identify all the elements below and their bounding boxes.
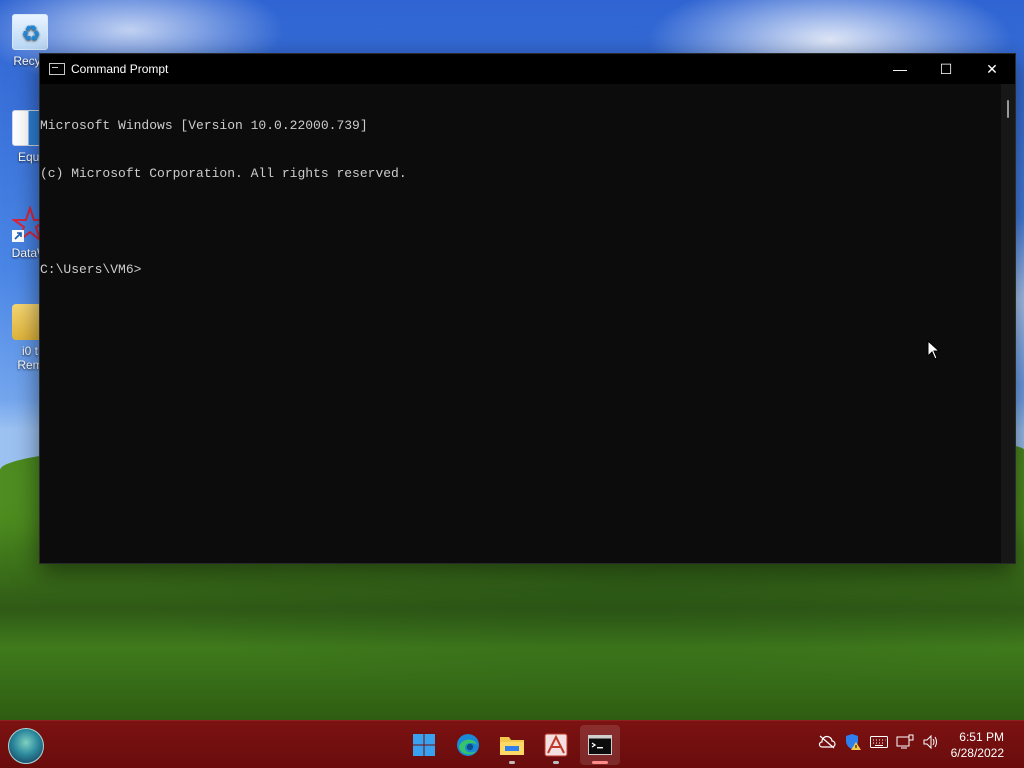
console-line: Microsoft Windows [Version 10.0.22000.73… xyxy=(40,118,368,133)
console-line: (c) Microsoft Corporation. All rights re… xyxy=(40,166,407,181)
maximize-button[interactable]: ☐ xyxy=(923,54,969,84)
taskbar-clock[interactable]: 6:51 PM 6/28/2022 xyxy=(951,729,1004,761)
clock-time: 6:51 PM xyxy=(959,730,1004,744)
network-icon[interactable] xyxy=(896,733,914,751)
active-indicator xyxy=(592,761,608,764)
close-button[interactable]: ✕ xyxy=(969,54,1015,84)
vertical-scrollbar[interactable] xyxy=(1001,84,1015,563)
taskbar-start-button[interactable] xyxy=(404,725,444,765)
system-tray xyxy=(818,733,940,751)
taskbar-datawatch-button[interactable] xyxy=(536,725,576,765)
windows-logo-icon xyxy=(413,734,435,756)
start-orb-button[interactable] xyxy=(8,728,44,764)
edge-browser-icon xyxy=(457,734,479,756)
cloud-offline-icon[interactable] xyxy=(818,733,836,751)
security-warning-icon[interactable] xyxy=(844,733,862,751)
taskbar-command-prompt-button[interactable] xyxy=(580,725,620,765)
window-titlebar[interactable]: Command Prompt — ☐ ✕ xyxy=(40,54,1015,84)
mouse-pointer-icon xyxy=(927,340,941,360)
folder-icon xyxy=(500,737,524,755)
recycle-bin-icon: ♻ xyxy=(12,14,48,50)
command-prompt-window[interactable]: Command Prompt — ☐ ✕ Microsoft Windows [… xyxy=(39,53,1016,564)
console-app-icon xyxy=(49,63,65,75)
window-title: Command Prompt xyxy=(71,62,169,76)
minimize-button[interactable]: — xyxy=(877,54,923,84)
scrollbar-thumb[interactable] xyxy=(1007,100,1009,118)
svg-text:♻: ♻ xyxy=(21,22,41,47)
volume-icon[interactable] xyxy=(922,733,940,751)
taskbar: 6:51 PM 6/28/2022 xyxy=(0,720,1024,768)
console-prompt: C:\Users\VM6> xyxy=(40,262,142,277)
clock-date: 6/28/2022 xyxy=(950,746,1004,760)
taskbar-apps xyxy=(404,725,620,765)
running-indicator xyxy=(509,761,515,764)
command-prompt-icon xyxy=(588,735,612,755)
console-output[interactable]: Microsoft Windows [Version 10.0.22000.73… xyxy=(40,84,1001,563)
keyboard-icon[interactable] xyxy=(870,733,888,751)
datawatch-app-icon xyxy=(544,733,568,757)
taskbar-edge-button[interactable] xyxy=(448,725,488,765)
running-indicator xyxy=(553,761,559,764)
taskbar-file-explorer-button[interactable] xyxy=(492,725,532,765)
